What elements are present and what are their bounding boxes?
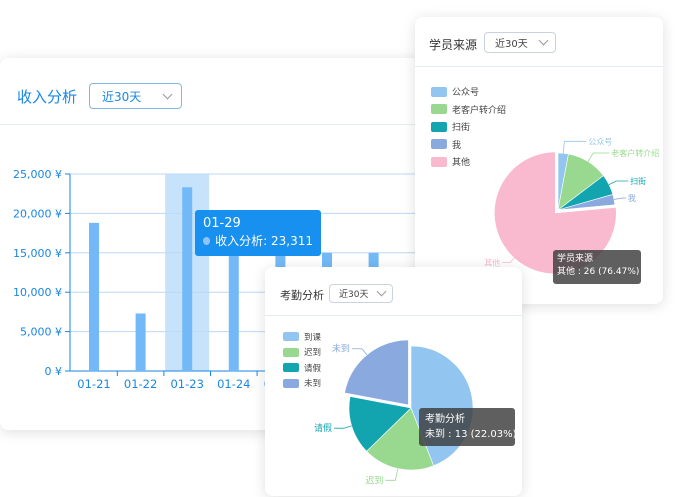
x-tick-label: 01-23 [170,377,203,391]
tooltip-date: 01-29 [203,216,241,231]
x-tick-label: 01-22 [124,377,157,391]
income-range-select[interactable]: 近30天 [89,83,182,109]
income-card-divider [0,124,440,125]
bar-01-22[interactable] [135,313,146,371]
bar-01-23[interactable] [182,187,193,371]
tooltip-series-name: 收入分析 [215,234,264,248]
income-range-select-value: 近30天 [102,89,142,104]
y-tick-label: 10,000 ¥ [13,286,62,299]
bar-01-21[interactable] [89,222,99,371]
attend-tooltip-text: 未到 : 13 (22.03%) [425,429,517,440]
pie-label: 未到 [332,343,350,355]
y-tick-label: 20,000 ¥ [13,207,62,220]
pie-label: 迟到 [365,474,383,486]
pie-label: 其他 [484,257,500,267]
attend-pie-chart: 迟到 请假 未到 [314,339,474,486]
attendance-card: 考勤分析 近30天 到课 迟到 请假 未到 迟到 请假 未到 考勤分析 未到 : 13 (… [265,267,522,496]
y-tick-label: 15,000 ¥ [13,247,62,260]
source-tooltip-title: 学员来源 [557,254,594,264]
label-line [613,197,626,200]
label-line [562,140,587,154]
pie-label: 老客户转介绍 [611,148,659,158]
label-line [608,180,629,185]
tooltip-separator: : [263,234,271,248]
x-tick-label: 01-21 [77,377,110,391]
chevron-down-icon [162,89,173,99]
bar-01-24[interactable] [228,252,239,371]
label-line [587,152,610,162]
student-source-card: 学员来源 近30天 公众号 老客户转介绍 扫街我其他 公众号 老客户转介绍 扫街我其他 … [415,17,663,304]
pie-label: 扫街 [630,176,646,186]
pie-label: 公众号 [588,137,612,146]
y-tick-label: 5,000 ¥ [20,326,62,339]
label-line [333,425,352,429]
label-line [351,348,368,356]
pie-label: 请假 [314,422,332,434]
label-line [385,468,399,481]
income-card-title: 收入分析 [17,88,78,106]
source-tooltip-text: 其他 : 26 (76.47%) [557,267,640,277]
y-tick-label: 25,000 ¥ [13,168,62,181]
label-line [502,257,515,263]
tooltip-value: 23,311 [271,234,313,248]
series-dot-icon [203,237,211,245]
income-chart-tooltip: 01-29 收入分析 : 23,311 [195,210,321,256]
x-tick-label: 01-24 [217,377,250,391]
pie-label: 我 [628,193,636,203]
attend-chart-tooltip: 考勤分析 未到 : 13 (22.03%) [419,408,517,446]
source-chart-tooltip: 学员来源 其他 : 26 (76.47%) [553,250,641,284]
pie-slice-未到[interactable] [344,339,409,406]
y-tick-label: 0 ¥ [45,365,63,378]
attend-tooltip-title: 考勤分析 [425,414,465,425]
